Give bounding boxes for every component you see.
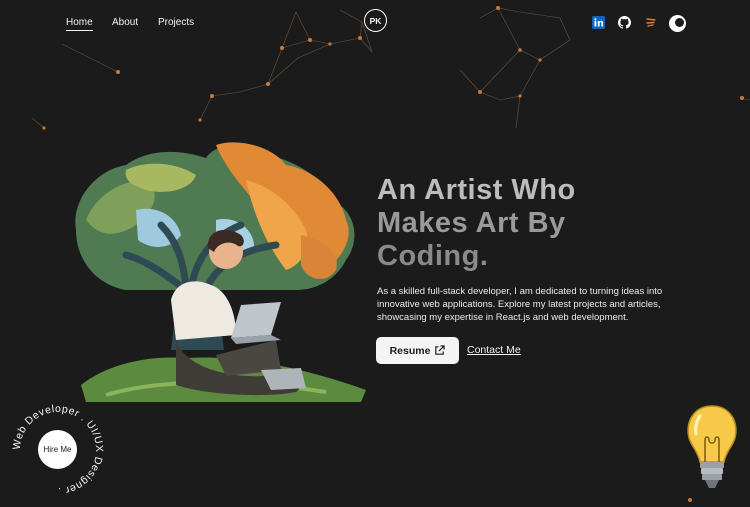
hire-me-button[interactable]: Hire Me bbox=[38, 430, 77, 469]
resume-button[interactable]: Resume bbox=[376, 337, 459, 364]
hero-title-line1: An Artist Who bbox=[377, 174, 576, 206]
hero-title-line2: Makes Art By bbox=[377, 207, 566, 239]
nav-link-about[interactable]: About bbox=[112, 17, 138, 28]
nav-link-projects[interactable]: Projects bbox=[158, 17, 194, 28]
resume-button-label: Resume bbox=[389, 344, 431, 357]
hero-illustration bbox=[75, 142, 366, 402]
github-icon[interactable] bbox=[618, 16, 631, 29]
contact-me-link[interactable]: Contact Me bbox=[467, 344, 521, 356]
external-link-icon bbox=[435, 345, 446, 355]
linkedin-icon[interactable] bbox=[592, 16, 605, 29]
site-logo[interactable]: PK bbox=[364, 9, 387, 32]
lightbulb-icon bbox=[687, 405, 737, 488]
hero-title-line3: Coding. bbox=[377, 240, 489, 272]
dribbble-icon[interactable] bbox=[645, 16, 658, 29]
theme-toggle-icon[interactable] bbox=[669, 15, 686, 32]
hero-description: As a skilled full-stack developer, I am … bbox=[377, 286, 663, 323]
top-navbar: Home About Projects PK bbox=[0, 0, 750, 46]
hero-title: An Artist Who Makes Art By Coding. bbox=[377, 174, 637, 273]
nav-link-home[interactable]: Home bbox=[66, 17, 93, 31]
